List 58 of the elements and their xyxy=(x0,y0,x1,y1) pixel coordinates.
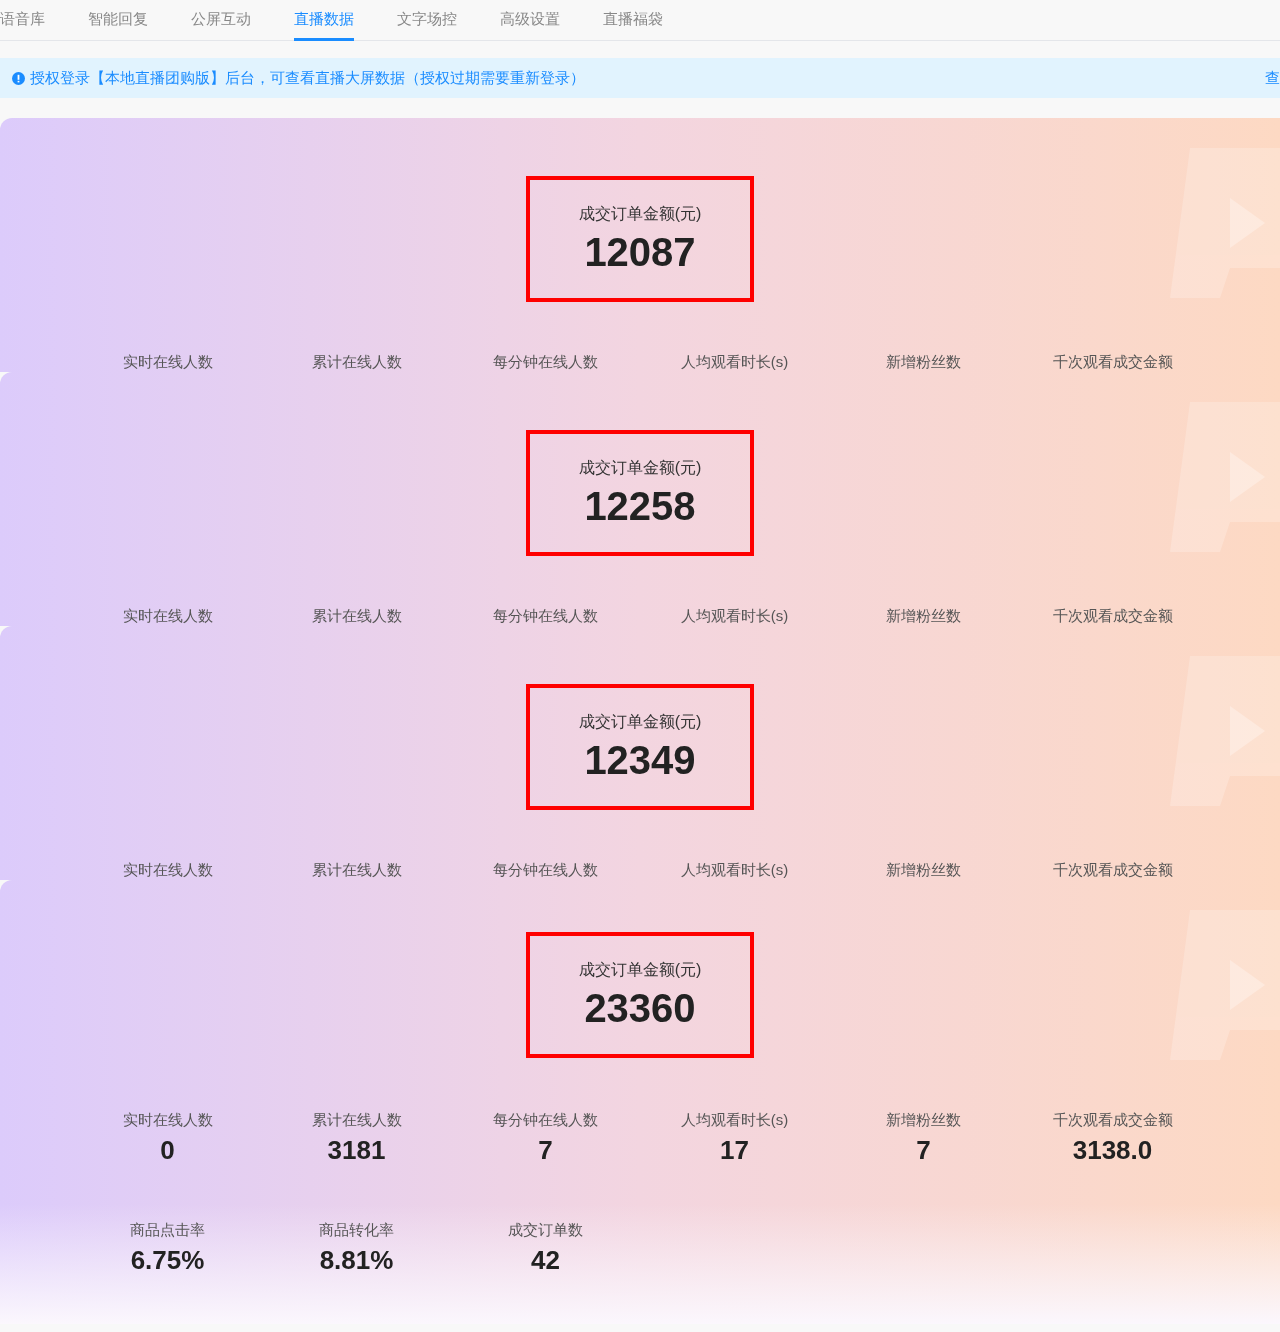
amount-value: 12349 xyxy=(584,737,696,784)
metric-label: 实时在线人数 xyxy=(122,606,213,626)
tab[interactable]: 语音库 xyxy=(0,0,45,41)
metric-label: 新增粉丝数 xyxy=(886,606,961,626)
amount-value: 23360 xyxy=(584,985,696,1032)
metric-label: 每分钟在线人数 xyxy=(493,352,598,372)
metric-label: 累计在线人数 xyxy=(311,860,402,880)
metric-value: 3138.0 xyxy=(1072,1134,1153,1167)
metric-label: 人均观看时长(s) xyxy=(680,1110,789,1130)
metric-label: 每分钟在线人数 xyxy=(493,860,598,880)
metric-label: 新增粉丝数 xyxy=(886,860,961,880)
metric-label: 人均观看时长(s) xyxy=(680,352,789,372)
play-logo-icon xyxy=(1170,910,1280,1060)
amount-title: 成交订单金额(元) xyxy=(578,204,702,224)
play-logo-icon xyxy=(1170,148,1280,298)
metric-label: 累计在线人数 xyxy=(311,606,402,626)
metric-label: 商品转化率 xyxy=(319,1220,394,1240)
tab[interactable]: 智能回复 xyxy=(88,0,148,41)
metric-label: 人均观看时长(s) xyxy=(680,860,789,880)
metric-label: 新增粉丝数 xyxy=(886,1110,961,1130)
metric-value: 0 xyxy=(160,1134,175,1167)
metric-label: 千次观看成交金额 xyxy=(1052,352,1173,372)
tab[interactable]: 直播数据 xyxy=(294,0,354,41)
metric-value: 7 xyxy=(916,1134,931,1167)
metric-value: 17 xyxy=(720,1134,749,1167)
metric-label: 每分钟在线人数 xyxy=(493,606,598,626)
amount-title: 成交订单金额(元) xyxy=(578,960,702,980)
metric-value: 6.75% xyxy=(130,1244,205,1277)
metric-label: 每分钟在线人数 xyxy=(493,1110,598,1130)
metric-label: 累计在线人数 xyxy=(311,1110,402,1130)
metric-value: 7 xyxy=(538,1134,553,1167)
amount-value: 12258 xyxy=(584,483,696,530)
amount-value: 12087 xyxy=(584,229,696,276)
metric-value: 42 xyxy=(531,1244,560,1277)
metric-label: 实时在线人数 xyxy=(122,860,213,880)
play-logo-icon xyxy=(1170,402,1280,552)
tab[interactable]: 高级设置 xyxy=(500,0,560,41)
metric-label: 商品点击率 xyxy=(130,1220,205,1240)
view-link[interactable]: 查 xyxy=(1265,66,1280,90)
metric-label: 千次观看成交金额 xyxy=(1052,1110,1173,1130)
metric-label: 千次观看成交金额 xyxy=(1052,606,1173,626)
metric-value: 3181 xyxy=(327,1134,386,1167)
tab[interactable]: 文字场控 xyxy=(397,0,457,41)
tab[interactable]: 直播福袋 xyxy=(603,0,663,41)
metric-label: 千次观看成交金额 xyxy=(1052,860,1173,880)
metric-label: 人均观看时长(s) xyxy=(680,606,789,626)
amount-title: 成交订单金额(元) xyxy=(578,458,702,478)
tab[interactable]: 公屏互动 xyxy=(191,0,251,41)
notice-text: 授权登录【本地直播团购版】后台，可查看直播大屏数据（授权过期需要重新登录） xyxy=(30,67,585,88)
metric-label: 成交订单数 xyxy=(508,1220,583,1240)
metric-label: 实时在线人数 xyxy=(122,1110,213,1130)
metric-label: 累计在线人数 xyxy=(311,352,402,372)
info-icon xyxy=(12,71,25,85)
metric-value: 8.81% xyxy=(319,1244,394,1277)
metric-label: 新增粉丝数 xyxy=(886,352,961,372)
metric-label: 实时在线人数 xyxy=(122,352,213,372)
play-logo-icon xyxy=(1170,656,1280,806)
amount-title: 成交订单金额(元) xyxy=(578,712,702,732)
